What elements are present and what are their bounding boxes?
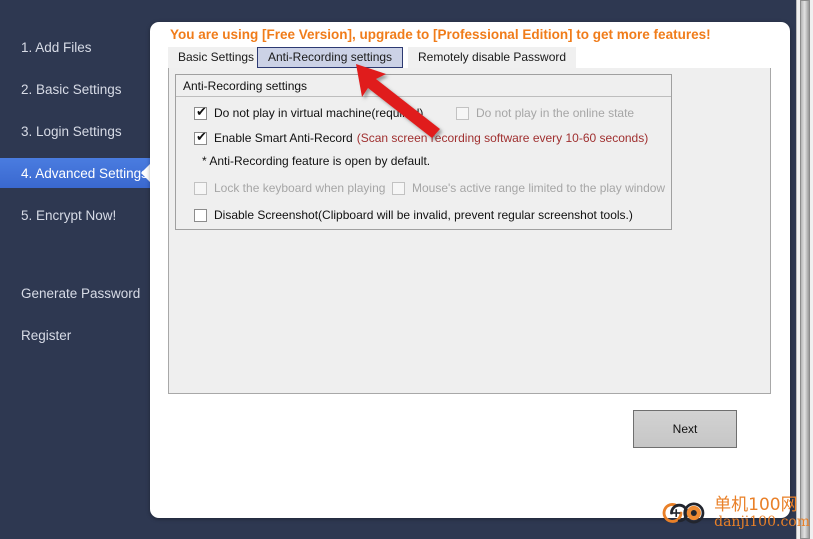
watermark-url-label: danji100.com <box>714 513 810 530</box>
watermark-text: 单机100网 danji100.com <box>714 494 810 530</box>
sidebar-item-add-files[interactable]: 1. Add Files <box>0 32 150 62</box>
checkbox-label: Do not play in virtual machine(required) <box>214 106 424 120</box>
sidebar-item-label: Register <box>21 327 72 343</box>
tab-panel-anti-recording: Anti-Recording settings ✔ Do not play in… <box>168 68 771 394</box>
watermark: 单机100网 danji100.com <box>662 489 810 537</box>
tab-anti-recording-settings[interactable]: Anti-Recording settings <box>257 47 404 68</box>
smart-anti-record-note: (Scan screen recording software every 10… <box>356 131 649 145</box>
checkbox-label: Disable Screenshot(Clipboard will be inv… <box>214 208 633 222</box>
tab-bar: Basic Settings Anti-Recording settings R… <box>168 47 771 69</box>
sidebar-item-label: 4. Advanced Settings <box>21 165 148 181</box>
sidebar-item-label: 1. Add Files <box>21 39 92 55</box>
checkbox-label: Mouse's active range limited to the play… <box>412 181 666 195</box>
sidebar-item-label: 3. Login Settings <box>21 123 122 139</box>
tab-basic-settings[interactable]: Basic Settings <box>168 47 265 68</box>
anti-recording-groupbox: Anti-Recording settings ✔ Do not play in… <box>175 74 672 230</box>
sidebar-item-encrypt-now[interactable]: 5. Encrypt Now! <box>0 200 150 230</box>
sidebar-item-register[interactable]: Register <box>0 320 150 350</box>
checkbox-box[interactable] <box>194 208 207 222</box>
groupbox-title: Anti-Recording settings <box>176 75 671 97</box>
sidebar-item-label: 2. Basic Settings <box>21 81 122 97</box>
scrollbar-thumb[interactable] <box>800 0 810 539</box>
checkbox-box <box>392 181 405 195</box>
checkbox-do-not-play-in-virtual-machine[interactable]: ✔ Do not play in virtual machine(require… <box>194 106 423 120</box>
sidebar-item-label: 5. Encrypt Now! <box>21 207 117 223</box>
sidebar-item-basic-settings[interactable]: 2. Basic Settings <box>0 74 150 104</box>
active-pointer-icon <box>141 164 150 182</box>
checkbox-box[interactable]: ✔ <box>194 104 207 120</box>
tab-label: Remotely disable Password <box>418 50 567 64</box>
checkbox-enable-smart-anti-record[interactable]: ✔ Enable Smart Anti-Record (Scan screen … <box>194 131 648 145</box>
vertical-scrollbar[interactable] <box>796 0 813 539</box>
checkbox-do-not-play-in-online-state: Do not play in the online state <box>456 106 634 120</box>
checkbox-label: Enable Smart Anti-Record <box>214 131 353 145</box>
main-panel: You are using [Free Version], upgrade to… <box>150 22 790 518</box>
checkbox-mouse-range-limited: Mouse's active range limited to the play… <box>392 181 665 195</box>
checkbox-box[interactable]: ✔ <box>194 129 207 145</box>
watermark-cn-label: 单机100网 <box>714 494 798 515</box>
next-button-label: Next <box>672 422 698 436</box>
danji100-logo-icon <box>662 502 705 524</box>
check-icon: ✔ <box>196 104 207 120</box>
sidebar-item-generate-password[interactable]: Generate Password <box>0 278 150 308</box>
sidebar: 1. Add Files 2. Basic Settings 3. Login … <box>0 0 150 539</box>
tab-label: Basic Settings <box>178 50 255 64</box>
sidebar-item-advanced-settings[interactable]: 4. Advanced Settings <box>0 158 150 188</box>
checkbox-label: Do not play in the online state <box>476 106 635 120</box>
checkbox-lock-keyboard-when-playing: Lock the keyboard when playing <box>194 181 385 195</box>
checkbox-box <box>456 106 469 120</box>
tab-remotely-disable-password[interactable]: Remotely disable Password <box>408 47 577 68</box>
check-icon: ✔ <box>196 129 207 145</box>
sidebar-item-label: Generate Password <box>21 285 141 301</box>
app-window: 1. Add Files 2. Basic Settings 3. Login … <box>0 0 813 539</box>
anti-recording-footnote: * Anti-Recording feature is open by defa… <box>202 154 431 168</box>
sidebar-item-login-settings[interactable]: 3. Login Settings <box>0 116 150 146</box>
next-button[interactable]: Next <box>633 410 737 448</box>
checkbox-disable-screenshot[interactable]: Disable Screenshot(Clipboard will be inv… <box>194 208 633 222</box>
tab-label: Anti-Recording settings <box>268 50 393 64</box>
upgrade-promo-text: You are using [Free Version], upgrade to… <box>170 27 711 42</box>
checkbox-label: Lock the keyboard when playing <box>214 181 386 195</box>
checkbox-box <box>194 181 207 195</box>
